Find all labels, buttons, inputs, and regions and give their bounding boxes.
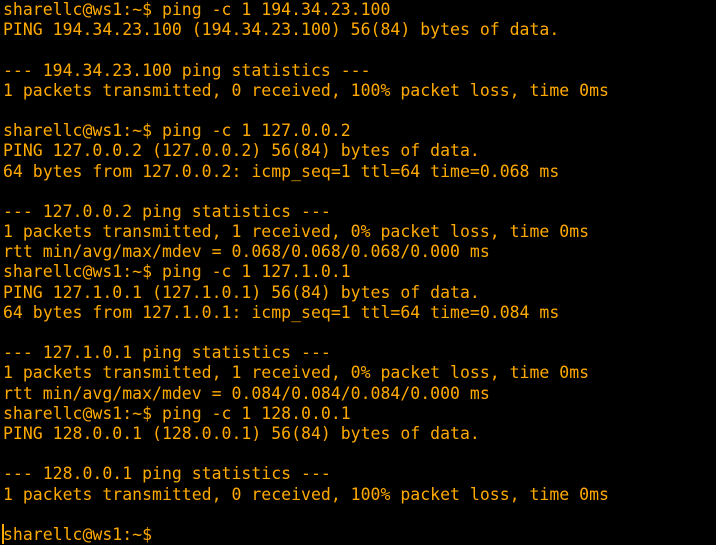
prompt-line: sharellc@ws1:~$ ping -c 1 127.1.0.1 <box>3 262 351 282</box>
output-line: --- 194.34.23.100 ping statistics --- <box>3 60 371 80</box>
terminal-window[interactable]: sharellc@ws1:~$ ping -c 1 194.34.23.100 P… <box>0 0 716 545</box>
output-line: PING 194.34.23.100 (194.34.23.100) 56(84… <box>3 20 560 40</box>
output-line: --- 128.0.0.1 ping statistics --- <box>3 464 331 484</box>
output-line: 1 packets transmitted, 1 received, 0% pa… <box>3 363 590 383</box>
prompt-line: sharellc@ws1:~$ ping -c 1 127.0.0.2 <box>3 121 351 141</box>
output-line: --- 127.1.0.1 ping statistics --- <box>3 343 331 363</box>
output-line: 1 packets transmitted, 0 received, 100% … <box>3 484 609 504</box>
prompt-line: sharellc@ws1:~$ ping -c 1 194.34.23.100 <box>3 0 391 19</box>
prompt-line: sharellc@ws1:~$ ping -c 1 128.0.0.1 <box>3 403 351 423</box>
prompt-line: sharellc@ws1:~$ <box>3 524 153 544</box>
output-line: 1 packets transmitted, 0 received, 100% … <box>3 80 609 100</box>
terminal-output: sharellc@ws1:~$ ping -c 1 194.34.23.100 P… <box>3 0 716 545</box>
output-line: PING 127.1.0.1 (127.1.0.1) 56(84) bytes … <box>3 282 480 302</box>
output-line: 64 bytes from 127.0.0.2: icmp_seq=1 ttl=… <box>3 161 560 181</box>
output-line: 1 packets transmitted, 1 received, 0% pa… <box>3 222 590 242</box>
text-cursor <box>2 524 4 544</box>
output-line: PING 128.0.0.1 (128.0.0.1) 56(84) bytes … <box>3 423 480 443</box>
output-line: rtt min/avg/max/mdev = 0.084/0.084/0.084… <box>3 383 490 403</box>
output-line: PING 127.0.0.2 (127.0.0.2) 56(84) bytes … <box>3 141 480 161</box>
output-line: --- 127.0.0.2 ping statistics --- <box>3 201 331 221</box>
output-line: rtt min/avg/max/mdev = 0.068/0.068/0.068… <box>3 242 490 262</box>
output-line: 64 bytes from 127.1.0.1: icmp_seq=1 ttl=… <box>3 302 560 322</box>
